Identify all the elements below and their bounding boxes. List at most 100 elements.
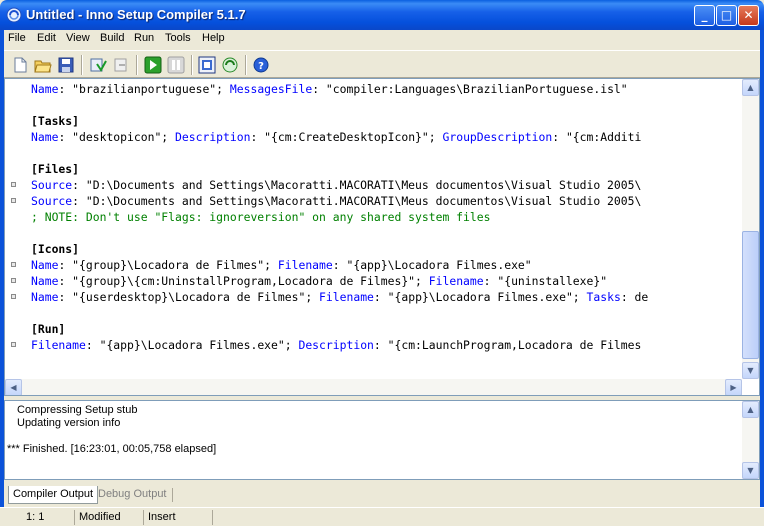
code-line[interactable]: Filename: "{app}\Locadora Filmes.exe"; D… (31, 337, 641, 353)
menu-edit[interactable]: Edit (37, 32, 56, 44)
scroll-up-button[interactable]: ▲ (742, 79, 759, 96)
menu-view[interactable]: View (66, 32, 90, 44)
code-text: : "compiler:Languages\BrazilianPortugues… (312, 82, 628, 96)
output-tabs: Compiler Output Debug Output (4, 484, 760, 506)
code-section-header: [Tasks] (31, 114, 80, 128)
scroll-down-button[interactable]: ▼ (742, 462, 759, 479)
menu-run[interactable]: Run (134, 32, 154, 44)
code-line[interactable]: [Files] (31, 161, 79, 177)
code-line[interactable]: ; NOTE: Don't use "Flags: ignoreversion"… (31, 209, 490, 225)
tab-separator (172, 488, 173, 502)
line-marker-icon (11, 198, 16, 203)
insert-mode-indicator: Insert (143, 510, 211, 525)
minimize-button[interactable]: _ (694, 5, 715, 26)
script-editor[interactable]: Name: "brazilianportuguese"; MessagesFil… (4, 78, 760, 396)
code-text: : "brazilianportuguese"; (58, 82, 230, 96)
code-keyword: Name (31, 130, 59, 144)
compile-icon[interactable] (88, 55, 108, 75)
code-text: : "D:\Documents and Settings\Macoratti.M… (72, 178, 642, 192)
toolbar-separator (136, 55, 138, 75)
code-line[interactable]: Name: "desktopicon"; Description: "{cm:C… (31, 129, 641, 145)
code-text: : "{cm:CreateDesktopIcon}"; (250, 130, 443, 144)
code-line[interactable]: Name: "{group}\{cm:UninstallProgram,Loca… (31, 273, 607, 289)
open-icon[interactable] (33, 55, 53, 75)
code-keyword: Filename (428, 274, 484, 288)
menu-tools[interactable]: Tools (165, 32, 191, 44)
code-keyword: Filename (31, 338, 86, 352)
toolbar-separator (245, 55, 247, 75)
code-text: : "{group}\Locadora de Filmes"; (58, 258, 278, 272)
code-comment: ; NOTE: Don't use "Flags: ignoreversion"… (31, 210, 491, 224)
scroll-thumb[interactable] (742, 231, 759, 359)
line-marker-icon (11, 278, 16, 283)
scroll-right-button[interactable]: ▶ (725, 379, 742, 395)
code-keyword: Name (31, 274, 59, 288)
code-text: : "D:\Documents and Settings\Macoratti.M… (72, 194, 642, 208)
toolbar-separator (81, 55, 83, 75)
code-line[interactable]: [Tasks] (31, 113, 79, 129)
code-keyword: Name (31, 82, 59, 96)
menu-bar: File Edit View Build Run Tools Help (4, 30, 760, 48)
code-section-header: [Icons] (31, 242, 80, 256)
code-line[interactable]: Name: "{group}\Locadora de Filmes"; File… (31, 257, 532, 273)
code-line[interactable]: [Icons] (31, 241, 79, 257)
help-icon[interactable]: ? (251, 55, 271, 75)
code-text: : "{cm:LaunchProgram,Locadora de Filmes (373, 338, 642, 352)
code-text: : "desktopicon"; (58, 130, 176, 144)
code-keyword: Source (31, 178, 73, 192)
output-vertical-scrollbar[interactable]: ▲ ▼ (742, 401, 759, 479)
run-icon[interactable] (143, 55, 163, 75)
code-line[interactable]: Name: "brazilianportuguese"; MessagesFil… (31, 81, 628, 97)
uninstall-icon[interactable] (220, 55, 240, 75)
code-text: : "{app}\Locadora Filmes.exe"; (85, 338, 299, 352)
code-line[interactable]: Source: "D:\Documents and Settings\Macor… (31, 177, 641, 193)
code-keyword: Description (298, 338, 374, 352)
code-keyword: Filename (277, 258, 333, 272)
scroll-left-button[interactable]: ◀ (5, 379, 22, 395)
output-line: Updating version info (17, 417, 121, 429)
code-area[interactable]: Name: "brazilianportuguese"; MessagesFil… (31, 79, 743, 379)
line-marker-icon (11, 342, 16, 347)
code-section-header: [Files] (31, 162, 80, 176)
code-line[interactable]: [Run] (31, 321, 65, 337)
tab-debug-output[interactable]: Debug Output (94, 486, 171, 504)
toolbar-separator (191, 55, 193, 75)
window-title: Untitled - Inno Setup Compiler 5.1.7 (26, 7, 246, 22)
new-icon[interactable] (10, 55, 30, 75)
editor-horizontal-scrollbar[interactable]: ◀ ▶ (5, 379, 742, 395)
pause-icon[interactable] (166, 55, 186, 75)
code-keyword: MessagesFile (229, 82, 313, 96)
code-line[interactable]: Name: "{userdesktop}\Locadora de Filmes"… (31, 289, 648, 305)
tab-compiler-output[interactable]: Compiler Output (8, 486, 99, 504)
code-keyword: Tasks (586, 290, 621, 304)
modified-indicator: Modified (74, 510, 142, 525)
scroll-up-button[interactable]: ▲ (742, 401, 759, 418)
stop-compile-icon[interactable] (111, 55, 131, 75)
title-bar[interactable]: Untitled - Inno Setup Compiler 5.1.7 _ □… (0, 0, 764, 30)
target-setup-icon[interactable] (197, 55, 217, 75)
toolbar: ? (4, 50, 760, 78)
output-line: Compressing Setup stub (17, 404, 138, 416)
code-text: : "{group}\{cm:UninstallProgram,Locadora… (58, 274, 429, 288)
code-keyword: Description (175, 130, 251, 144)
cursor-position: 1: 1 (26, 511, 45, 523)
close-button[interactable]: ✕ (738, 5, 759, 26)
code-keyword: Name (31, 290, 59, 304)
save-icon[interactable] (56, 55, 76, 75)
code-text: : "{app}\Locadora Filmes.exe"; (373, 290, 587, 304)
scroll-down-button[interactable]: ▼ (742, 362, 759, 379)
maximize-button[interactable]: □ (716, 5, 737, 26)
menu-file[interactable]: File (8, 32, 26, 44)
code-text: : "{uninstallexe}" (483, 274, 608, 288)
status-message (212, 510, 760, 525)
menu-help[interactable]: Help (202, 32, 225, 44)
editor-vertical-scrollbar[interactable]: ▲ ▼ (742, 79, 759, 379)
compiler-output-panel[interactable]: Compressing Setup stub Updating version … (4, 400, 760, 480)
window-frame-right (760, 30, 764, 526)
line-marker-icon (11, 262, 16, 267)
menu-build[interactable]: Build (100, 32, 124, 44)
status-bar: 1: 1 Modified Insert (0, 507, 764, 526)
code-line[interactable]: Source: "D:\Documents and Settings\Macor… (31, 193, 641, 209)
line-marker-icon (11, 182, 16, 187)
svg-text:?: ? (258, 61, 264, 72)
